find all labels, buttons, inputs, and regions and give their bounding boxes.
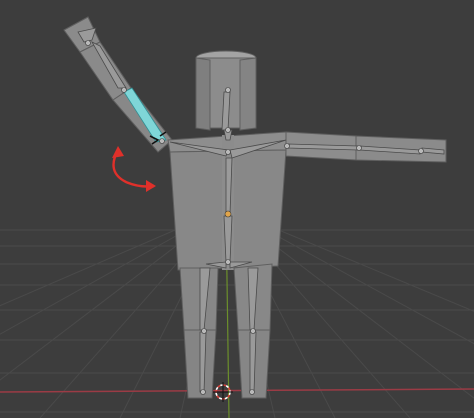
- viewport-canvas[interactable]: [0, 0, 474, 418]
- x-axis-line: [0, 388, 474, 393]
- left-leg-mesh[interactable]: [179, 267, 219, 399]
- rotation-hint-icon: [112, 146, 156, 192]
- 3d-viewport[interactable]: [0, 0, 474, 418]
- 3d-cursor-icon[interactable]: [213, 382, 233, 402]
- hip-pivot-joint[interactable]: [224, 210, 232, 218]
